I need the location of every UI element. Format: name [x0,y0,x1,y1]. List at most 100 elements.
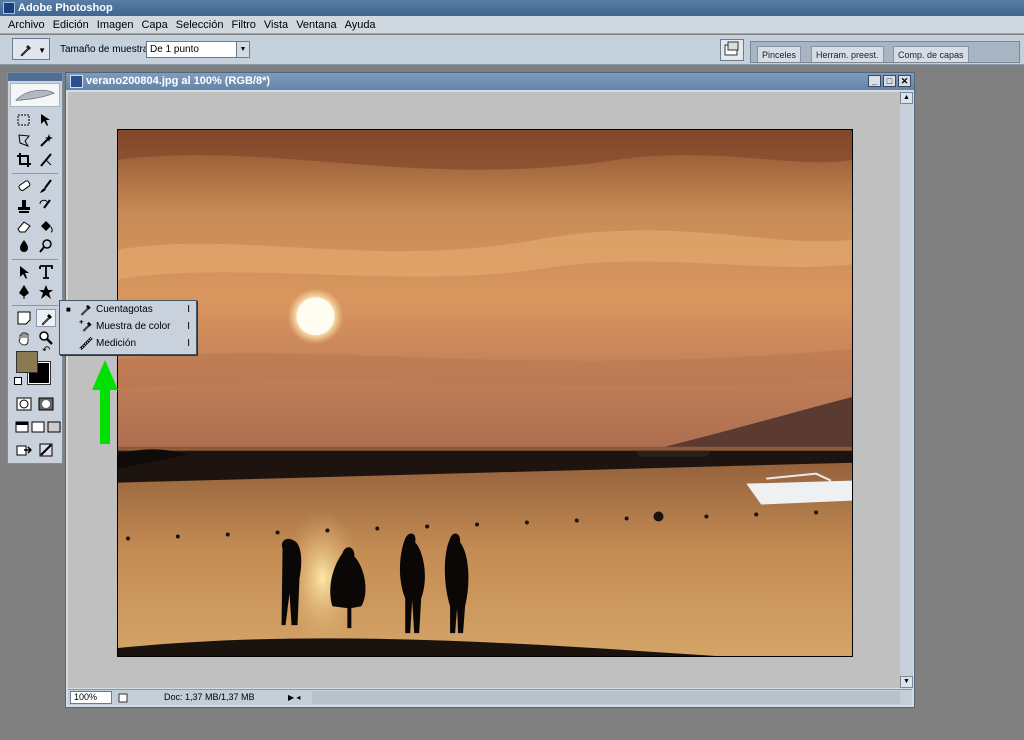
flyout-item-medicion[interactable]: Medición I [60,335,196,352]
crop-tool[interactable] [14,151,34,169]
jump-to-imageready-button[interactable] [14,441,34,459]
history-brush-tool[interactable] [36,197,56,215]
history-brush-icon [39,199,51,209]
toolbox-grip[interactable] [8,73,62,81]
imageready-icon [16,445,32,456]
type-tool[interactable] [36,263,56,281]
eyedropper-icon [20,45,31,57]
eyedropper-flyout-menu: ■ Cuentagotas I Muestra de color I Medic… [59,300,197,355]
eraser-tool[interactable] [14,217,34,235]
imageready-logo-icon [39,443,53,457]
vertical-scrollbar[interactable]: ▲ ▼ [900,92,913,688]
default-colors-icon[interactable] [14,377,22,385]
maximize-button[interactable]: □ [883,75,896,87]
marquee-icon [17,114,30,126]
stamp-icon [18,200,30,213]
status-menu-arrow-icon[interactable]: ▶ ◂ [288,691,310,704]
marquee-tool[interactable] [14,111,34,129]
clone-stamp-tool[interactable] [14,197,34,215]
document-window: verano200804.jpg al 100% (RGB/8*) _ □ ✕ [65,72,915,708]
screen-mode-icon [47,421,61,433]
eyedropper-icon [80,304,91,316]
horizontal-scrollbar[interactable] [312,691,900,704]
standard-mode-button[interactable] [14,395,34,413]
photo-canvas[interactable] [117,129,853,657]
chevron-down-icon: ▼ [236,42,249,57]
dodge-tool[interactable] [36,237,56,255]
flyout-item-cuentagotas[interactable]: ■ Cuentagotas I [60,301,196,318]
flyout-label: Medición [96,338,137,349]
pen-tool[interactable] [14,283,34,301]
eyedropper-tool[interactable] [36,309,56,327]
crop-icon [17,153,31,167]
well-tab-pinceles[interactable]: Pinceles [757,46,802,62]
zoom-level-input[interactable]: 100% [70,691,112,704]
sample-size-select[interactable]: De 1 punto ▼ [146,41,250,58]
screen-mode-full-menu[interactable] [28,418,45,436]
menu-capa[interactable]: Capa [137,17,171,33]
hand-tool[interactable] [14,329,34,347]
shape-icon [39,285,53,299]
flyout-shortcut: I [187,321,190,332]
well-tab-herram-preest[interactable]: Herram. preest. [811,46,884,62]
menu-vista[interactable]: Vista [260,17,292,33]
blur-icon [20,240,28,252]
path-selection-tool[interactable] [14,263,34,281]
toolbox-divider [12,173,58,174]
sample-size-label: Tamaño de muestra: [60,44,152,55]
lasso-icon [18,134,30,147]
notes-icon [17,311,31,325]
standard-mode-icon [16,397,32,411]
menu-edicion[interactable]: Edición [49,17,93,33]
menu-ayuda[interactable]: Ayuda [341,17,380,33]
minimize-button[interactable]: _ [868,75,881,87]
canvas-area[interactable] [68,92,900,688]
healing-brush-tool[interactable] [14,177,34,195]
foreground-color-swatch[interactable] [16,351,38,373]
document-title: verano200804.jpg al 100% (RGB/8*) [86,75,271,87]
hand-icon [18,332,29,346]
lasso-tool[interactable] [14,131,34,149]
menu-filtro[interactable]: Filtro [227,17,259,33]
menu-seleccion[interactable]: Selección [172,17,228,33]
paint-bucket-tool[interactable] [36,217,56,235]
scroll-down-icon[interactable]: ▼ [900,676,913,688]
magic-wand-tool[interactable] [36,131,56,149]
app-title: Adobe Photoshop [18,2,113,14]
move-tool[interactable] [36,111,56,129]
type-icon [39,265,53,279]
tool-preset-picker[interactable]: ▼ [12,38,50,60]
document-title-bar[interactable]: verano200804.jpg al 100% (RGB/8*) _ □ ✕ [66,73,914,90]
imageready-logo[interactable] [36,441,56,459]
notes-tool[interactable] [14,309,34,327]
menu-imagen[interactable]: Imagen [93,17,138,33]
brush-tool[interactable] [36,177,56,195]
menu-archivo[interactable]: Archivo [4,17,49,33]
quick-mask-icon [38,397,54,411]
swap-colors-icon[interactable]: ↶ [42,345,50,356]
screen-mode-full[interactable] [44,418,61,436]
scroll-up-icon[interactable]: ▲ [900,92,913,104]
selected-bullet-icon: ■ [66,305,71,314]
document-status-icon[interactable] [118,692,129,703]
slice-icon [40,153,52,167]
feather-logo[interactable] [10,83,60,107]
close-button[interactable]: ✕ [898,75,911,87]
well-tab-comp-capas[interactable]: Comp. de capas [893,46,969,62]
options-bar: ▼ Tamaño de muestra: De 1 punto ▼ Pincel… [0,35,1024,65]
quick-mask-button[interactable] [36,395,56,413]
blur-tool[interactable] [14,237,34,255]
flyout-shortcut: I [187,338,190,349]
magic-wand-icon [40,134,53,147]
highlight-arrow-icon [92,360,118,444]
menu-ventana[interactable]: Ventana [292,17,340,33]
custom-shape-tool[interactable] [36,283,56,301]
sample-size-value: De 1 punto [150,44,199,55]
move-icon [41,114,50,126]
slice-tool[interactable] [36,151,56,169]
feather-icon [15,89,55,101]
screen-mode-standard[interactable] [12,418,29,436]
palette-toggle-button[interactable] [720,39,744,61]
flyout-item-muestra-de-color[interactable]: Muestra de color I [60,318,196,335]
flyout-label: Muestra de color [96,321,171,332]
